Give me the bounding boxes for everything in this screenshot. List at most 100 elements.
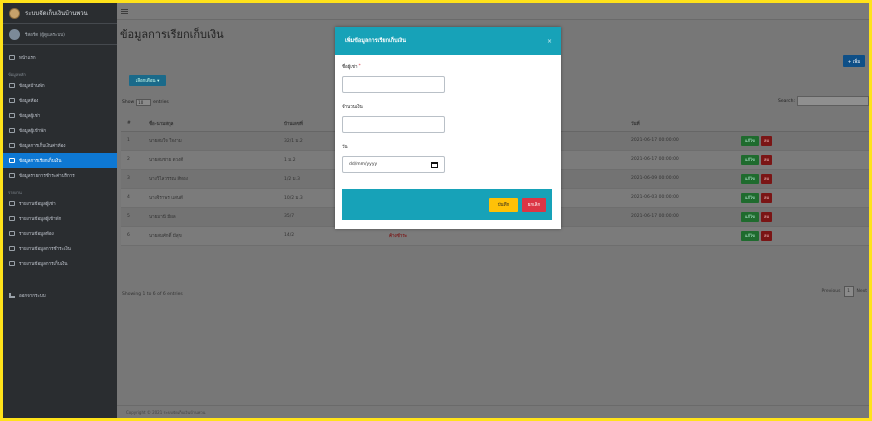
entries-select[interactable]: 10 <box>136 99 152 106</box>
top-navbar <box>117 3 869 20</box>
cell-no: 2 <box>121 150 143 170</box>
search-input[interactable] <box>797 96 869 106</box>
cancel-button[interactable]: ยกเลิก <box>522 197 546 212</box>
sidebar-section-report: รายงาน <box>8 190 22 195</box>
sidebar-item-report-tenants[interactable]: รายงานข้อมูลผู้เช่า <box>3 196 117 211</box>
user-name: รีสอร์ต (ผู้ดูแลระบบ) <box>25 32 65 38</box>
date-placeholder: dd/mm/yyyy <box>349 162 378 167</box>
cell-name: นายมานี มีผล <box>143 207 278 227</box>
sidebar-item-label: ข้อมูลการเรียกเก็บเงิน <box>19 159 62 164</box>
table-icon <box>9 173 15 178</box>
edit-button[interactable]: แก้ไข <box>741 173 759 184</box>
cell-name: นายสมใจ ใจงาม <box>143 131 278 151</box>
sidebar-item-dashboard[interactable]: หน้าแรก <box>3 50 117 65</box>
date-field[interactable]: dd/mm/yyyy <box>342 156 445 173</box>
brand-name: ระบบจัดเก็บเงินบ้านพวน <box>25 10 88 17</box>
cell-actions: แก้ไข ลบ <box>735 188 869 208</box>
brand[interactable]: ระบบจัดเก็บเงินบ้านพวน <box>3 3 117 24</box>
cell-no: 4 <box>121 188 143 208</box>
modal-title: เพิ่มข้อมูลการเรียกเก็บเงิน <box>345 38 406 44</box>
filter-button[interactable]: เลือกเดือน ▾ <box>129 75 166 86</box>
row-actions: แก้ไข ลบ <box>741 154 869 165</box>
save-button[interactable]: บันทึก <box>489 197 518 212</box>
logout-icon <box>9 293 15 298</box>
date-label: วัน <box>342 145 348 150</box>
sidebar-item-label: ข้อมูลรายการชำระค่าบริการ <box>19 174 75 179</box>
table-icon <box>9 83 15 88</box>
entries-length: Show 10 entries <box>122 99 169 106</box>
edit-button[interactable]: แก้ไข <box>741 135 759 146</box>
delete-button[interactable]: ลบ <box>761 135 772 146</box>
sidebar-item-tenants[interactable]: ข้อมูลผู้เช่า <box>3 108 117 123</box>
cell-no: 5 <box>121 207 143 227</box>
edit-button[interactable]: แก้ไข <box>741 211 759 222</box>
table-icon <box>9 158 15 163</box>
sidebar-item-payments[interactable]: ข้อมูลรายการชำระค่าบริการ <box>3 168 117 183</box>
show-label: Show <box>122 100 135 105</box>
cell-name: นางวิไลวรรณ สีทอง <box>143 169 278 189</box>
user-panel[interactable]: รีสอร์ต (ผู้ดูแลระบบ) <box>3 24 117 45</box>
footer: Copyright © 2021 ระบบจัดเก็บเงินบ้านพวน <box>117 405 869 418</box>
table-icon <box>9 98 15 103</box>
add-button[interactable]: + เพิ่ม <box>843 55 865 67</box>
report-icon <box>9 231 15 236</box>
table-icon <box>9 113 15 118</box>
row-actions: แก้ไข ลบ <box>741 173 869 184</box>
row-actions: แก้ไข ลบ <box>741 135 869 146</box>
sidebar-item-label: รายงานข้อมูลการชำระเงิน <box>19 247 71 252</box>
sidebar-item-label: ข้อมูลห้อง <box>19 99 39 104</box>
report-icon <box>9 261 15 266</box>
add-billing-modal: เพิ่มข้อมูลการเรียกเก็บเงิน × ชื่อผู้เช่… <box>335 27 561 229</box>
sidebar-item-label: หน้าแรก <box>19 56 36 61</box>
amount-label: จำนวนเงิน <box>342 105 363 110</box>
delete-button[interactable]: ลบ <box>761 230 772 241</box>
required-mark: * <box>358 64 361 69</box>
next-page-button[interactable]: Next <box>857 289 867 294</box>
menu-toggle-icon[interactable] <box>121 8 128 14</box>
sidebar-item-guests[interactable]: ข้อมูลผู้เข้าพัก <box>3 123 117 138</box>
modal-body: ชื่อผู้เช่า * จำนวนเงิน วัน dd/mm/yyyy <box>335 55 561 173</box>
cell-no: 6 <box>121 226 143 246</box>
calendar-icon[interactable] <box>431 161 438 168</box>
row-actions: แก้ไข ลบ <box>741 230 869 241</box>
delete-button[interactable]: ลบ <box>761 173 772 184</box>
sidebar-item-report-rooms[interactable]: รายงานข้อมูลห้อง <box>3 226 117 241</box>
report-icon <box>9 246 15 251</box>
cell-name: นายสมชาย ดวงดี <box>143 150 278 170</box>
entries-label: entries <box>153 100 169 105</box>
sidebar-item-report-collection[interactable]: รายงานข้อมูลการเก็บเงิน <box>3 256 117 271</box>
column-header[interactable]: ชื่อ-นามสกุล <box>143 116 278 132</box>
amount-field[interactable] <box>342 116 445 133</box>
tenant-field[interactable] <box>342 76 445 93</box>
row-actions: แก้ไข ลบ <box>741 211 869 222</box>
dashboard-icon <box>9 55 15 60</box>
edit-button[interactable]: แก้ไข <box>741 154 759 165</box>
cell-no: 3 <box>121 169 143 189</box>
table-icon <box>9 128 15 133</box>
tenant-label: ชื่อผู้เช่า * <box>342 63 561 70</box>
delete-button[interactable]: ลบ <box>761 154 772 165</box>
cell-date: 2021-06-17 00:00:00 <box>625 150 735 170</box>
row-actions: แก้ไข ลบ <box>741 192 869 203</box>
edit-button[interactable]: แก้ไข <box>741 230 759 241</box>
sidebar-item-room-collection[interactable]: ข้อมูลการเก็บเงินค่าห้อง <box>3 138 117 153</box>
sidebar-item-houses[interactable]: ข้อมูลบ้านพัก <box>3 78 117 93</box>
edit-button[interactable]: แก้ไข <box>741 192 759 203</box>
delete-button[interactable]: ลบ <box>761 211 772 222</box>
brand-logo-icon <box>9 7 20 19</box>
cell-date <box>625 226 735 246</box>
column-header[interactable]: # <box>121 116 143 132</box>
sidebar-item-billing[interactable]: ข้อมูลการเรียกเก็บเงิน <box>3 153 117 168</box>
sidebar-item-report-payments[interactable]: รายงานข้อมูลการชำระเงิน <box>3 241 117 256</box>
sidebar-item-rooms[interactable]: ข้อมูลห้อง <box>3 93 117 108</box>
pagination: Previous 1 Next <box>821 286 867 297</box>
close-icon[interactable]: × <box>547 38 552 45</box>
sidebar-item-report-guests[interactable]: รายงานข้อมูลผู้เข้าพัก <box>3 211 117 226</box>
page-1-button[interactable]: 1 <box>843 286 854 297</box>
prev-page-button[interactable]: Previous <box>821 289 840 294</box>
delete-button[interactable]: ลบ <box>761 192 772 203</box>
table-search: Search: <box>778 96 869 106</box>
sidebar-item-label: รายงานข้อมูลผู้เช่า <box>19 202 56 207</box>
column-header[interactable]: วันที่ <box>625 116 735 132</box>
sidebar-item-logout[interactable]: ออกจากระบบ <box>3 288 117 303</box>
